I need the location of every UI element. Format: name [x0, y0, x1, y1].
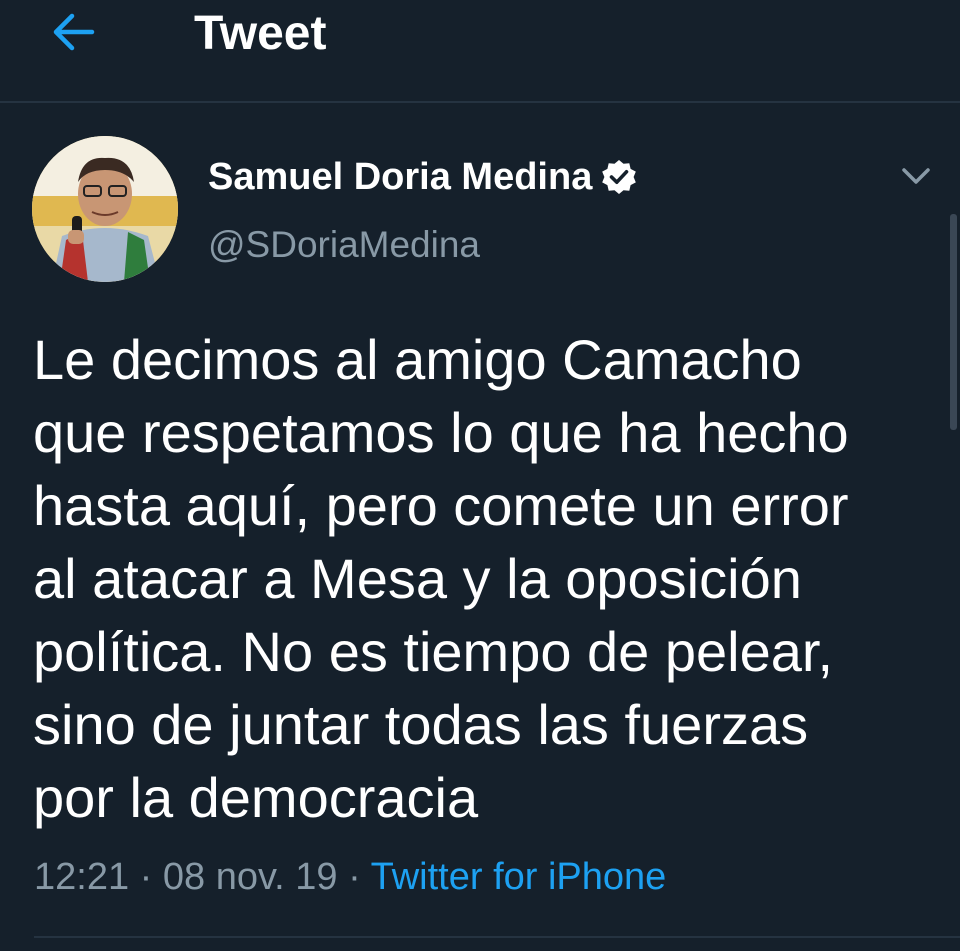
- author-handle[interactable]: @SDoriaMedina: [208, 222, 480, 268]
- meta-separator: ·: [129, 856, 163, 898]
- divider: [34, 936, 960, 938]
- tweet-source-link[interactable]: Twitter for iPhone: [371, 856, 667, 898]
- page-title: Tweet: [194, 7, 327, 60]
- tweet-metadata: 12:21 · 08 nov. 19 · Twitter for iPhone: [34, 853, 666, 901]
- back-button[interactable]: [44, 4, 104, 60]
- tweet-text-line: que respetamos lo que ha hecho: [33, 401, 849, 464]
- author-display-name[interactable]: Samuel Doria Medina: [208, 154, 592, 200]
- arrow-left-icon: [53, 13, 95, 51]
- avatar-image: [32, 136, 178, 282]
- chevron-down-icon: [902, 168, 930, 184]
- avatar[interactable]: [32, 136, 178, 282]
- tweet-body: Le decimos al amigo Camacho que respetam…: [33, 323, 938, 834]
- more-options-button[interactable]: [896, 160, 936, 192]
- tweet-text-line: por la democracia: [33, 766, 479, 829]
- tweet-time: 12:21: [34, 856, 130, 898]
- tweet-detail-screen: Tweet Samuel Doria Medina @SDoriaMedina: [0, 0, 960, 951]
- top-bar: Tweet: [0, 0, 960, 103]
- verified-badge-icon: [600, 158, 638, 196]
- tweet-text-line: política. No es tiempo de pelear,: [33, 620, 834, 683]
- tweet-text-line: sino de juntar todas las fuerzas: [33, 693, 809, 756]
- tweet-date: 08 nov. 19: [162, 856, 338, 898]
- tweet-text-line: Le decimos al amigo Camacho: [33, 328, 802, 391]
- meta-separator: ·: [337, 856, 371, 898]
- tweet-text-line: al atacar a Mesa y la oposición: [33, 547, 802, 610]
- scrollbar[interactable]: [950, 214, 957, 430]
- tweet-text-line: hasta aquí, pero comete un error: [33, 474, 849, 537]
